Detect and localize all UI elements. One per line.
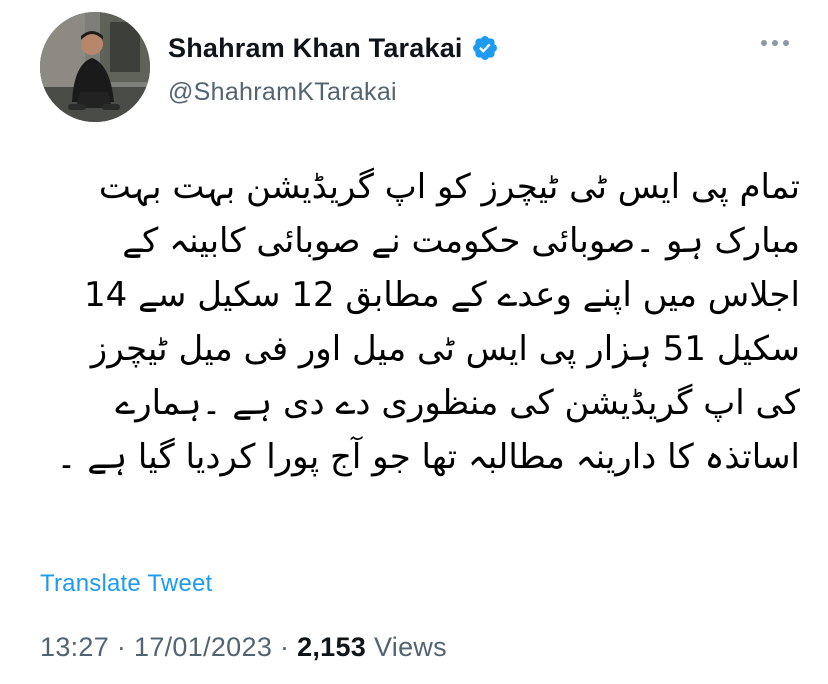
display-name-row: Shahram Khan Tarakai (168, 32, 499, 64)
tweet-time[interactable]: 13:27 (40, 632, 109, 662)
author-names: Shahram Khan Tarakai @ShahramKTarakai (168, 32, 499, 107)
meta-separator: · (116, 632, 127, 662)
meta-separator: · (279, 632, 290, 662)
tweet-text: تمام پی ایس ٹی ٹیچرز کو اپ گریڈیشن بہت ب… (56, 167, 800, 477)
tweet-header: Shahram Khan Tarakai @ShahramKTarakai (40, 12, 800, 122)
translate-tweet-link[interactable]: Translate Tweet (40, 570, 212, 598)
more-options-icon[interactable] (758, 36, 792, 50)
views-count: 2,153 (297, 632, 367, 662)
tweet-meta: 13:27 · 17/01/2023 · 2,153 Views (40, 632, 447, 663)
tweet-card: Shahram Khan Tarakai @ShahramKTarakai تم… (0, 0, 828, 684)
profile-photo-icon (40, 12, 150, 122)
avatar[interactable] (40, 12, 150, 122)
views-label: Views (373, 632, 447, 662)
display-name[interactable]: Shahram Khan Tarakai (168, 33, 463, 64)
author-handle[interactable]: @ShahramKTarakai (168, 78, 499, 107)
verified-badge-icon (471, 34, 499, 62)
tweet-date[interactable]: 17/01/2023 (134, 632, 272, 662)
